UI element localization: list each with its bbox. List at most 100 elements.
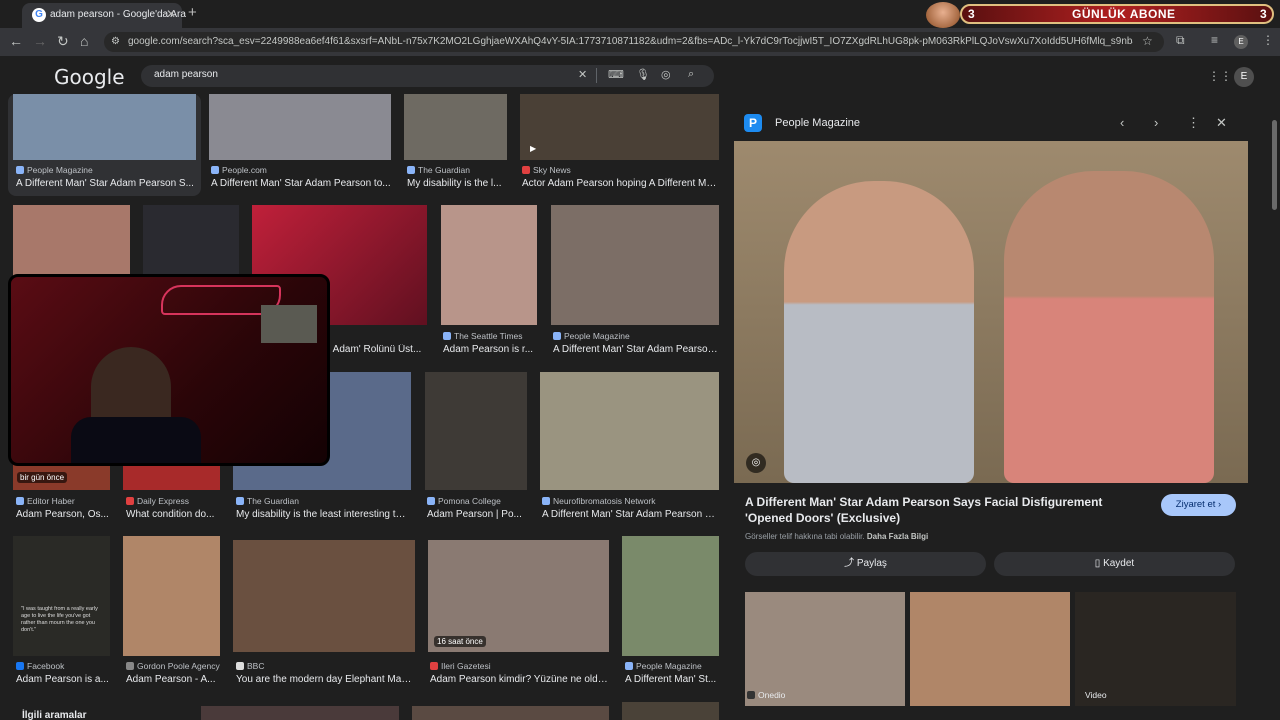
page-scrollbar[interactable] xyxy=(1271,100,1278,710)
next-icon[interactable]: › xyxy=(1154,115,1158,130)
google-header: Google adam pearson ✕ ⌨ 🎙 ◎ ⌕ ⋮⋮⋮ E xyxy=(0,56,1280,94)
result-source: Gordon Poole Agency xyxy=(126,661,220,671)
visit-button[interactable]: Ziyaret et › xyxy=(1161,494,1236,516)
result-thumb[interactable]: "I was taught from a really early age to… xyxy=(13,536,110,656)
profile-icon[interactable]: E xyxy=(1234,35,1248,49)
result-thumb[interactable]: 16 saat önce xyxy=(428,540,609,652)
time-badge: 16 saat önce xyxy=(434,636,486,647)
result-source: Editor Haber xyxy=(16,496,75,506)
related-searches-heading: İlgili aramalar xyxy=(22,710,87,720)
search-box[interactable]: adam pearson ✕ ⌨ 🎙 ◎ ⌕ xyxy=(141,65,714,87)
preview-image[interactable]: ◎ xyxy=(734,141,1248,483)
google-logo[interactable]: Google xyxy=(54,65,125,89)
extensions-icon[interactable]: ⧉ xyxy=(1176,33,1185,48)
source-icon xyxy=(16,662,24,670)
result-title[interactable]: Adam Pearson is r... xyxy=(443,344,535,355)
result-thumb[interactable]: ▶ xyxy=(520,94,719,160)
result-title[interactable]: Actor Adam Pearson hoping A Different Ma… xyxy=(522,178,717,189)
result-title[interactable]: My disability is the l... xyxy=(407,178,507,189)
bookmark-icon: ▯ xyxy=(1094,558,1104,569)
result-title[interactable]: You are the modern day Elephant Man'... xyxy=(236,674,414,685)
result-title[interactable]: A Different Man' St... xyxy=(625,674,717,685)
result-thumb[interactable] xyxy=(540,372,719,490)
result-source: The Seattle Times xyxy=(443,331,523,341)
search-icon[interactable]: ⌕ xyxy=(688,68,694,81)
people-logo-icon: P xyxy=(744,114,762,132)
result-thumb[interactable] xyxy=(123,536,220,656)
source-icon xyxy=(427,497,435,505)
result-thumb[interactable] xyxy=(233,540,415,652)
related-image[interactable]: Video xyxy=(1075,592,1236,706)
more-options-icon[interactable]: ⋮ xyxy=(1187,115,1200,131)
search-query[interactable]: adam pearson xyxy=(154,69,218,80)
reload-icon[interactable]: ↻ xyxy=(57,33,69,50)
source-icon xyxy=(522,166,530,174)
source-icon xyxy=(430,662,438,670)
result-source: The Guardian xyxy=(407,165,470,175)
result-title[interactable]: A Different Man' Star Adam Pearson S... xyxy=(542,509,718,520)
result-thumb[interactable] xyxy=(425,372,527,490)
related-image[interactable] xyxy=(910,592,1070,706)
save-button[interactable]: ▯ Kaydet xyxy=(994,552,1235,576)
related-thumb[interactable] xyxy=(412,706,609,720)
related-thumb[interactable] xyxy=(201,706,399,720)
related-thumb[interactable] xyxy=(622,702,719,720)
result-title[interactable]: Adam Pearson - A... xyxy=(126,674,218,685)
clear-icon[interactable]: ✕ xyxy=(578,68,587,81)
result-title[interactable]: il Adam' Rolünü Üst... xyxy=(326,344,424,355)
new-tab-icon[interactable]: + xyxy=(188,4,197,21)
quote-text: "I was taught from a really early age to… xyxy=(21,606,98,633)
result-title[interactable]: Adam Pearson is a... xyxy=(16,674,110,685)
more-info-link[interactable]: Daha Fazla Bilgi xyxy=(867,532,928,541)
result-thumb[interactable] xyxy=(551,205,719,325)
forward-icon[interactable]: → xyxy=(33,33,47,49)
browser-tab[interactable]: G adam pearson - Google'da Ara ✕ xyxy=(22,3,186,28)
account-avatar[interactable]: E xyxy=(1234,67,1254,87)
result-title[interactable]: My disability is the least interesting t… xyxy=(236,509,410,520)
back-icon[interactable]: ← xyxy=(9,33,23,49)
related-image[interactable]: Onedio xyxy=(745,592,905,706)
previous-icon[interactable]: ‹ xyxy=(1120,115,1124,130)
close-tab-icon[interactable]: ✕ xyxy=(166,7,176,21)
source-icon xyxy=(542,497,550,505)
close-icon[interactable]: ✕ xyxy=(1216,115,1227,131)
tab-bar: G adam pearson - Google'da Ara ✕ + 3 GÜN… xyxy=(0,0,1280,28)
result-title[interactable]: A Different Man' Star Adam Pearson to... xyxy=(211,178,391,189)
result-title[interactable]: Adam Pearson, Os... xyxy=(16,509,110,520)
result-title[interactable]: A Different Man' Star Adam Pearson... xyxy=(553,344,718,355)
keyboard-icon[interactable]: ⌨ xyxy=(608,68,624,81)
lens-icon[interactable]: ◎ xyxy=(661,68,671,81)
google-favicon-icon: G xyxy=(32,8,46,22)
panel-title[interactable]: A Different Man' Star Adam Pearson Says … xyxy=(745,494,1145,526)
scrollbar-thumb[interactable] xyxy=(1272,120,1277,210)
person-right xyxy=(1004,171,1214,483)
source-icon xyxy=(16,166,24,174)
microphone-icon[interactable]: 🎙 xyxy=(636,68,650,81)
result-title[interactable]: A Different Man' Star Adam Pearson S... xyxy=(16,178,194,189)
source-icon xyxy=(625,662,633,670)
result-thumb[interactable] xyxy=(209,94,391,160)
result-source: Neurofibromatosis Network xyxy=(542,496,656,506)
panel-source[interactable]: People Magazine xyxy=(775,117,860,129)
result-thumb[interactable] xyxy=(13,94,196,160)
reading-list-icon[interactable]: ≡ xyxy=(1211,33,1218,47)
source-icon xyxy=(236,497,244,505)
result-thumb[interactable] xyxy=(404,94,507,160)
result-source: People.com xyxy=(211,165,267,175)
result-title[interactable]: What condition do... xyxy=(126,509,218,520)
source-icon xyxy=(747,691,755,699)
bookmark-star-icon[interactable]: ☆ xyxy=(1142,34,1153,48)
omnibox[interactable]: ⚙ google.com/search?sca_esv=2249988ea6ef… xyxy=(104,32,1164,52)
menu-icon[interactable]: ⋮ xyxy=(1262,33,1274,47)
mascot-avatar xyxy=(926,2,960,28)
result-title[interactable]: Adam Pearson | Po... xyxy=(427,509,525,520)
source-icon xyxy=(443,332,451,340)
result-source: Daily Express xyxy=(126,496,189,506)
home-icon[interactable]: ⌂ xyxy=(80,33,88,49)
site-info-icon[interactable]: ⚙ xyxy=(111,36,120,47)
result-title[interactable]: Adam Pearson kimdir? Yüzüne ne oldu... xyxy=(430,674,608,685)
result-thumb[interactable] xyxy=(622,536,719,656)
lens-search-icon[interactable]: ◎ xyxy=(746,453,766,473)
share-button[interactable]: ⤴ Paylaş xyxy=(745,552,986,576)
result-thumb[interactable] xyxy=(441,205,537,325)
